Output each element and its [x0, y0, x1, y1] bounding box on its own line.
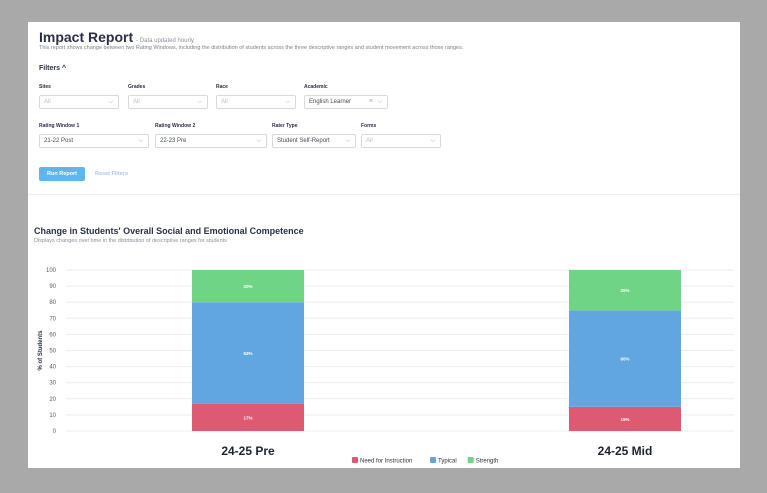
academic-select[interactable]: English Learner × ⌵ [304, 95, 388, 109]
y-tick-label: 10 [49, 413, 56, 419]
race-label: Race [216, 84, 228, 90]
rating-window-2-select[interactable]: 22-23 Pre ⌵ [155, 134, 267, 148]
data-label: 20% [243, 284, 252, 289]
academic-label: Academic [304, 84, 328, 90]
legend-swatch [352, 457, 358, 463]
rating-window-2-label: Rating Window 2 [155, 123, 196, 129]
chevron-down-icon: ⌵ [108, 99, 113, 105]
rater-type-select[interactable]: Student Self-Report ⌵ [272, 134, 356, 148]
y-tick-label: 50 [49, 349, 56, 355]
rater-type-label: Rater Type [272, 123, 298, 129]
chevron-down-icon: ⌵ [430, 138, 435, 144]
chevron-down-icon: ⌵ [377, 99, 382, 105]
clear-icon[interactable]: × [369, 96, 373, 108]
category-label: 24-25 Pre [221, 444, 275, 458]
data-label: 60% [620, 357, 629, 362]
chevron-down-icon: ⌵ [138, 138, 143, 144]
data-label: 63% [243, 351, 252, 356]
race-select[interactable]: All ⌵ [216, 95, 296, 109]
grades-label: Grades [128, 84, 146, 90]
legend-label: Need for Instruction [360, 459, 412, 465]
y-tick-label: 80 [49, 300, 56, 306]
y-tick-label: 40 [49, 365, 56, 371]
grades-select[interactable]: All ⌵ [128, 95, 208, 109]
legend-label: Typical [438, 459, 457, 465]
y-tick-label: 90 [49, 284, 56, 290]
y-tick-label: 60 [49, 332, 56, 338]
reset-filters-button[interactable]: Reset Filters [95, 167, 128, 181]
forms-label: Forms [361, 123, 377, 129]
chevron-down-icon: ⌵ [345, 138, 350, 144]
legend-swatch [430, 457, 436, 463]
sites-label: Sites [39, 84, 51, 90]
page-title: Impact Report - Data updated hourly [39, 29, 194, 45]
section-divider [28, 194, 740, 195]
data-label: 15% [620, 417, 629, 422]
chevron-down-icon: ⌵ [197, 99, 202, 105]
chart-title: Change in Students' Overall Social and E… [34, 226, 304, 236]
y-tick-label: 0 [53, 429, 57, 435]
data-label: 25% [620, 288, 629, 293]
report-card: Impact Report - Data updated hourly This … [28, 22, 740, 468]
y-tick-label: 100 [46, 268, 57, 274]
rating-window-1-label: Rating Window 1 [39, 123, 80, 129]
sites-select[interactable]: All ⌵ [39, 95, 119, 109]
data-label: 17% [243, 415, 252, 420]
rating-window-1-select[interactable]: 21-22 Post ⌵ [39, 134, 149, 148]
chart-subtitle: Displays changes over time in the distri… [34, 238, 227, 244]
update-note: - Data updated hourly [136, 38, 194, 44]
filters-toggle[interactable]: Filters ^ [39, 65, 66, 72]
y-tick-label: 70 [49, 316, 56, 322]
y-tick-label: 30 [49, 381, 56, 387]
y-tick-label: 20 [49, 397, 56, 403]
run-report-button[interactable]: Run Report [39, 167, 85, 181]
forms-select[interactable]: All ⌵ [361, 134, 441, 148]
chevron-down-icon: ⌵ [256, 138, 261, 144]
y-axis-label: % of Students [38, 330, 44, 371]
category-label: 24-25 Mid [598, 444, 653, 458]
legend-label: Strength [476, 459, 499, 465]
stacked-bar-chart: 0 10 20 30 40 50 60 70 80 90 100 % of Students 17% 63… [38, 268, 734, 465]
chevron-down-icon: ⌵ [285, 99, 290, 105]
report-description: This report shows change between two Rat… [39, 45, 464, 51]
legend-swatch [467, 457, 474, 463]
